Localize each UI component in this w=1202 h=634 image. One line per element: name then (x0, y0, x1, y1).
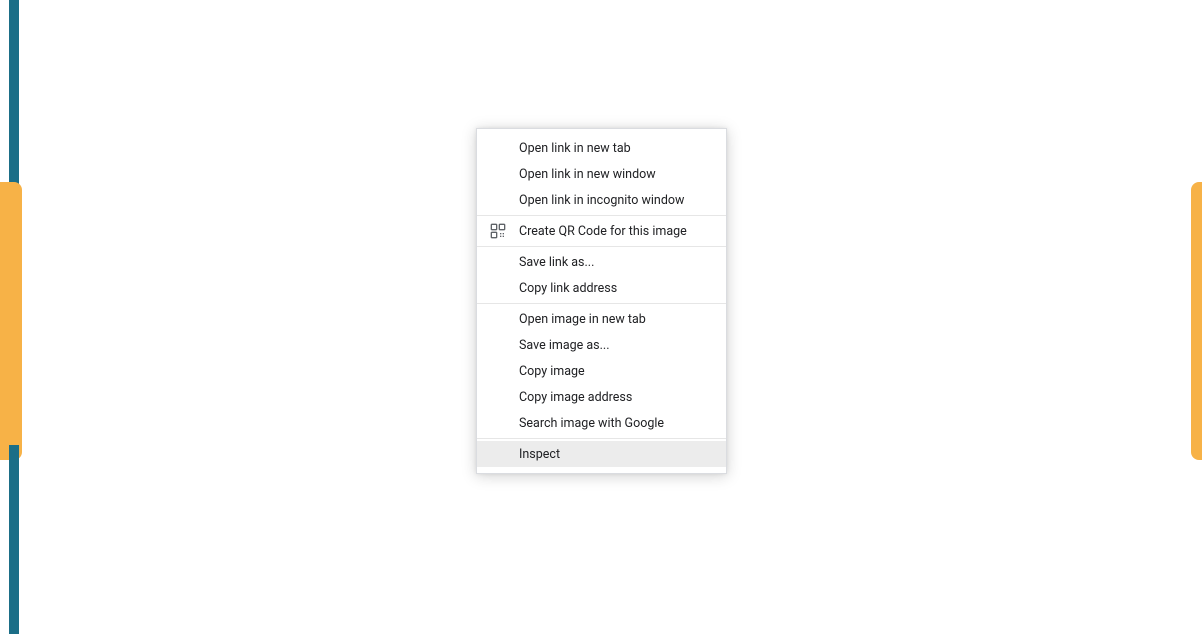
menu-section: Open image in new tab Save image as... C… (477, 303, 726, 438)
context-menu: Open link in new tab Open link in new wi… (476, 128, 727, 474)
menu-section: Save link as... Copy link address (477, 246, 726, 303)
menu-section: Open link in new tab Open link in new wi… (477, 133, 726, 215)
menu-item-label: Open link in new window (519, 167, 656, 182)
menu-item-label: Create QR Code for this image (519, 224, 687, 239)
menu-item-create-qr-code[interactable]: Create QR Code for this image (477, 218, 726, 244)
menu-item-search-image-google[interactable]: Search image with Google (477, 410, 726, 436)
menu-item-label: Copy image address (519, 390, 632, 405)
menu-item-inspect[interactable]: Inspect (477, 441, 726, 467)
qr-icon (489, 222, 507, 240)
menu-item-label: Save link as... (519, 255, 594, 270)
menu-item-copy-image[interactable]: Copy image (477, 358, 726, 384)
menu-item-save-image-as[interactable]: Save image as... (477, 332, 726, 358)
menu-item-copy-link-address[interactable]: Copy link address (477, 275, 726, 301)
decor-left-teal-bottom (9, 445, 19, 634)
menu-item-open-link-new-window[interactable]: Open link in new window (477, 161, 726, 187)
menu-item-label: Open image in new tab (519, 312, 646, 327)
menu-item-open-link-new-tab[interactable]: Open link in new tab (477, 135, 726, 161)
menu-item-label: Copy link address (519, 281, 617, 296)
menu-item-open-image-new-tab[interactable]: Open image in new tab (477, 306, 726, 332)
menu-item-label: Inspect (519, 447, 560, 462)
menu-item-label: Open link in new tab (519, 141, 631, 156)
menu-item-label: Search image with Google (519, 416, 664, 431)
decor-right-orange (1191, 182, 1202, 460)
menu-section: Inspect (477, 438, 726, 469)
decor-left-teal-top (9, 0, 19, 200)
menu-item-label: Open link in incognito window (519, 193, 684, 208)
menu-item-copy-image-address[interactable]: Copy image address (477, 384, 726, 410)
menu-item-save-link-as[interactable]: Save link as... (477, 249, 726, 275)
menu-item-label: Copy image (519, 364, 585, 379)
menu-item-label: Save image as... (519, 338, 610, 353)
menu-section: Create QR Code for this image (477, 215, 726, 246)
decor-left-orange (0, 182, 22, 460)
menu-item-open-link-incognito[interactable]: Open link in incognito window (477, 187, 726, 213)
